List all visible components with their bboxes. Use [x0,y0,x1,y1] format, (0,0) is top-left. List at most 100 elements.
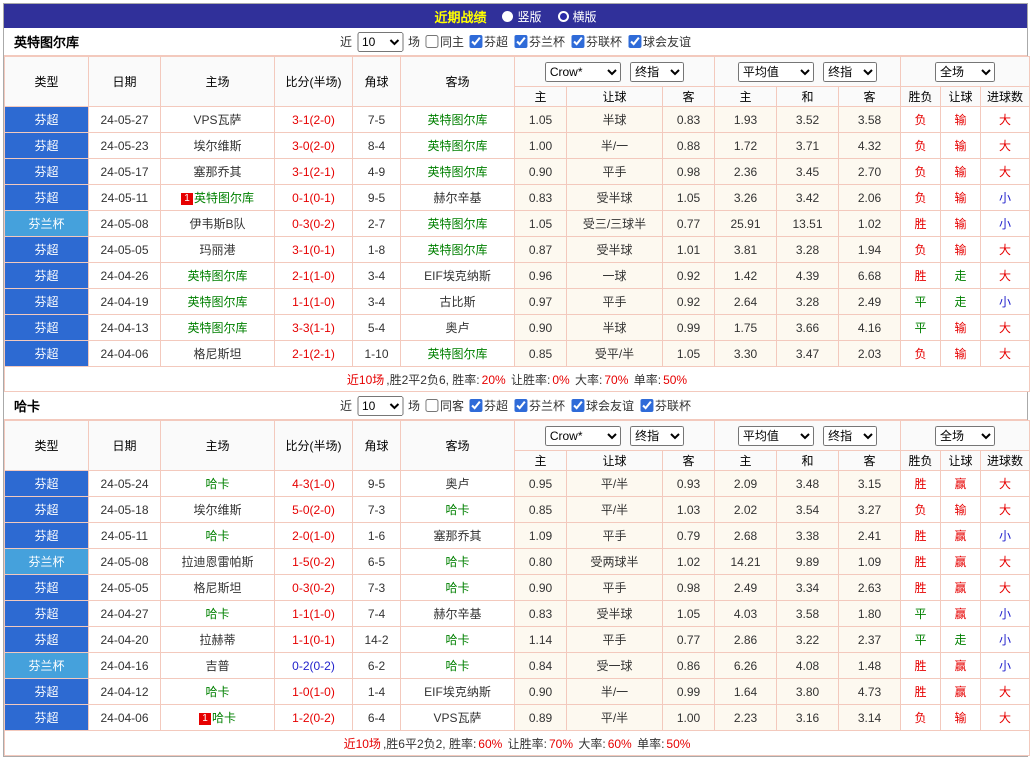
league-filter-checkbox[interactable] [514,399,528,412]
league-filter[interactable]: 球会友谊 [571,397,634,414]
score-cell[interactable]: 3-3(1-1) [274,314,353,341]
team-link[interactable]: 英特图尔库 [187,269,247,283]
league-filter-checkbox[interactable] [628,35,642,48]
score-cell[interactable]: 1-5(0-2) [274,548,353,575]
final-odds-select[interactable]: 终指 [630,425,685,446]
team-link[interactable]: 英特图尔库 [187,295,247,309]
score-cell[interactable]: 0-3(0-2) [274,210,353,237]
layout-radio-vertical[interactable]: 竖版 [502,8,542,25]
team-link[interactable]: 哈卡 [205,607,229,621]
final-odds-select[interactable]: 终指 [823,61,878,82]
score-cell[interactable]: 0-2(0-2) [274,652,353,679]
score-cell[interactable]: 2-0(1-0) [274,522,353,549]
league-filter[interactable]: 芬超 [468,397,508,414]
scope-select[interactable]: 全场 [935,61,995,82]
average-select[interactable]: 平均值 [737,425,814,446]
team-link[interactable]: 哈卡 [445,659,469,673]
team-link[interactable]: 哈卡 [445,633,469,647]
team-link[interactable]: 哈卡 [205,529,229,543]
team-link[interactable]: 格尼斯坦 [193,347,241,361]
team-link[interactable]: 玛丽港 [199,243,235,257]
handicap-line: 受半球 [566,236,663,263]
score-cell[interactable]: 1-1(1-0) [274,288,353,315]
summary-part: 60% [478,736,503,751]
league-filter[interactable]: 芬联杯 [640,397,691,414]
score-cell[interactable]: 0-1(0-1) [274,184,353,211]
avg-home-odds: 1.42 [714,262,777,289]
team-link[interactable]: 哈卡 [445,581,469,595]
league-filter[interactable]: 芬超 [468,33,508,50]
team-link[interactable]: 哈卡 [205,477,229,491]
team-link[interactable]: 英特图尔库 [187,321,247,335]
team-link[interactable]: 埃尔维斯 [193,139,241,153]
recent-count-select[interactable]: 10 [356,395,403,416]
team-link[interactable]: 英特图尔库 [427,217,487,231]
team-link[interactable]: 塞那乔其 [433,529,481,543]
bookmaker-select[interactable]: Crow* [544,425,621,446]
same-venue-filter[interactable]: 同主 [424,33,464,50]
team-link[interactable]: 英特图尔库 [427,243,487,257]
team-link[interactable]: 格尼斯坦 [193,581,241,595]
team-link[interactable]: VPS瓦萨 [433,711,481,725]
score-cell[interactable]: 3-0(2-0) [274,132,353,159]
team-link[interactable]: 古比斯 [439,295,475,309]
team-link[interactable]: 英特图尔库 [194,191,254,205]
league-filter-checkbox[interactable] [571,399,585,412]
same-venue-filter[interactable]: 同客 [424,397,464,414]
team-link[interactable]: 哈卡 [205,685,229,699]
team-link[interactable]: 哈卡 [445,555,469,569]
team-link[interactable]: 赫尔辛基 [433,191,481,205]
team-link[interactable]: EIF埃克纳斯 [424,269,491,283]
score-cell[interactable]: 0-3(0-2) [274,574,353,601]
layout-radio-horizontal[interactable]: 横版 [557,8,597,25]
corner-cell: 9-5 [352,470,401,497]
score-cell[interactable]: 2-1(1-0) [274,262,353,289]
same-venue-checkbox[interactable] [424,35,438,48]
league-filter-checkbox[interactable] [571,35,585,48]
team-link[interactable]: 英特图尔库 [427,139,487,153]
team-link[interactable]: 塞那乔其 [193,165,241,179]
final-odds-select[interactable]: 终指 [630,61,685,82]
final-odds-select[interactable]: 终指 [823,425,878,446]
scope-select[interactable]: 全场 [935,425,995,446]
team-link[interactable]: 赫尔辛基 [433,607,481,621]
team-link[interactable]: 拉赫蒂 [199,633,235,647]
score-cell[interactable]: 1-2(0-2) [274,704,353,731]
team-link[interactable]: 吉普 [205,659,229,673]
radio-icon [557,10,569,22]
score-cell[interactable]: 3-1(2-0) [274,106,353,133]
team-link[interactable]: 拉迪恩雷帕斯 [181,555,253,569]
score-cell[interactable]: 4-3(1-0) [274,470,353,497]
league-filter-checkbox[interactable] [468,35,482,48]
subcol-avg-draw: 和 [776,86,839,107]
recent-count-select[interactable]: 10 [356,31,403,52]
league-filter[interactable]: 芬联杯 [571,33,622,50]
league-filter[interactable]: 芬兰杯 [514,33,565,50]
score-cell[interactable]: 3-1(2-1) [274,158,353,185]
same-venue-checkbox[interactable] [424,399,438,412]
team-link[interactable]: 英特图尔库 [427,113,487,127]
team-link[interactable]: 英特图尔库 [427,165,487,179]
league-filter-checkbox[interactable] [640,399,654,412]
team-link[interactable]: VPS瓦萨 [193,113,241,127]
score-cell[interactable]: 1-1(1-0) [274,600,353,627]
team-link[interactable]: 伊韦斯B队 [189,217,245,231]
team-link[interactable]: 哈卡 [212,711,236,725]
score-cell[interactable]: 1-1(0-1) [274,626,353,653]
score-cell[interactable]: 2-1(2-1) [274,340,353,367]
league-filter[interactable]: 芬兰杯 [514,397,565,414]
team-link[interactable]: 奥卢 [445,477,469,491]
score-cell[interactable]: 1-0(1-0) [274,678,353,705]
score-cell[interactable]: 5-0(2-0) [274,496,353,523]
average-select[interactable]: 平均值 [737,61,814,82]
league-filter-checkbox[interactable] [468,399,482,412]
team-link[interactable]: 英特图尔库 [427,347,487,361]
team-link[interactable]: 埃尔维斯 [193,503,241,517]
league-filter-checkbox[interactable] [514,35,528,48]
team-link[interactable]: 哈卡 [445,503,469,517]
bookmaker-select[interactable]: Crow* [544,61,621,82]
league-filter[interactable]: 球会友谊 [628,33,691,50]
team-link[interactable]: 奥卢 [445,321,469,335]
team-link[interactable]: EIF埃克纳斯 [424,685,491,699]
score-cell[interactable]: 3-1(0-1) [274,236,353,263]
